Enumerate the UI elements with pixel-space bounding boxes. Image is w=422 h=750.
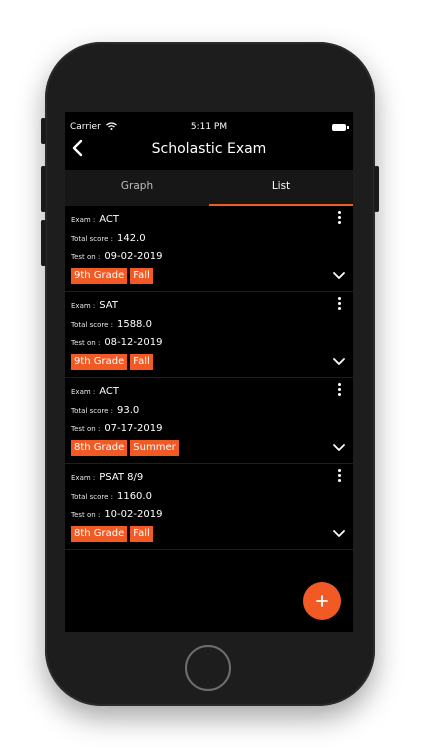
exam-label: Exam : xyxy=(71,216,96,224)
total-score-label: Total score : xyxy=(71,235,113,243)
date-line: Test on :09-02-2019 xyxy=(71,251,162,262)
total-score-label: Total score : xyxy=(71,493,113,501)
exam-name: SAT xyxy=(99,300,118,311)
tag-group: 9th Grade Fall xyxy=(71,349,156,370)
date-line: Test on :08-12-2019 xyxy=(71,337,162,348)
term-badge: Fall xyxy=(130,268,153,284)
test-date: 09-02-2019 xyxy=(104,251,163,262)
mute-switch xyxy=(41,118,46,144)
term-badge: Summer xyxy=(130,440,179,456)
grade-badge: 8th Grade xyxy=(71,440,128,456)
exam-card[interactable]: Exam : PSAT 8/9 Total score :1160.0 Test … xyxy=(65,464,353,550)
score-line: Total score :142.0 xyxy=(71,233,146,244)
term-badge: Fall xyxy=(130,526,153,542)
total-score-value: 1160.0 xyxy=(116,491,152,502)
expand-button[interactable] xyxy=(331,525,347,537)
score-line: Total score :93.0 xyxy=(71,405,139,416)
power-button xyxy=(374,166,379,212)
plus-icon xyxy=(316,595,328,607)
exam-label: Exam : xyxy=(71,302,96,310)
exam-list: Exam : ACT Total score :142.0 Test on :09… xyxy=(65,206,353,550)
expand-button[interactable] xyxy=(331,267,347,279)
tab-graph[interactable]: Graph xyxy=(65,170,209,206)
test-on-label: Test on : xyxy=(71,339,101,347)
tag-group: 8th Grade Summer xyxy=(71,435,182,456)
date-line: Test on :07-17-2019 xyxy=(71,423,162,434)
test-on-label: Test on : xyxy=(71,425,101,433)
total-score-value: 93.0 xyxy=(116,405,140,416)
exam-card[interactable]: Exam : ACT Total score :142.0 Test on :09… xyxy=(65,206,353,292)
page-title: Scholastic Exam xyxy=(151,141,267,157)
chevron-down-icon xyxy=(333,272,345,279)
grade-badge: 9th Grade xyxy=(71,354,128,370)
expand-button[interactable] xyxy=(331,353,347,365)
tab-bar: Graph List xyxy=(65,170,353,206)
exam-line: Exam : PSAT 8/9 xyxy=(71,472,143,483)
exam-card[interactable]: Exam : SAT Total score :1588.0 Test on :0… xyxy=(65,292,353,378)
volume-down-button xyxy=(41,220,46,266)
more-options-icon[interactable] xyxy=(334,296,344,314)
exam-name: PSAT 8/9 xyxy=(99,472,144,483)
score-line: Total score :1588.0 xyxy=(71,319,152,330)
total-score-value: 142.0 xyxy=(116,233,146,244)
score-line: Total score :1160.0 xyxy=(71,491,152,502)
test-on-label: Test on : xyxy=(71,253,101,261)
more-options-icon[interactable] xyxy=(334,382,344,400)
term-badge: Fall xyxy=(130,354,153,370)
date-line: Test on :10-02-2019 xyxy=(71,509,162,520)
tag-group: 8th Grade Fall xyxy=(71,521,156,542)
total-score-label: Total score : xyxy=(71,407,113,415)
battery-icon xyxy=(332,124,349,131)
volume-up-button xyxy=(41,166,46,212)
tab-list[interactable]: List xyxy=(209,170,353,206)
add-exam-button[interactable] xyxy=(303,582,341,620)
more-options-icon[interactable] xyxy=(334,468,344,486)
test-date: 08-12-2019 xyxy=(104,337,163,348)
app-screen: Carrier 5:11 PM Scholastic Exam Graph Li… xyxy=(65,112,353,632)
test-on-label: Test on : xyxy=(71,511,101,519)
chevron-down-icon xyxy=(333,444,345,451)
more-options-icon[interactable] xyxy=(334,210,344,228)
expand-button[interactable] xyxy=(331,439,347,451)
exam-line: Exam : ACT xyxy=(71,386,119,397)
exam-line: Exam : SAT xyxy=(71,300,118,311)
total-score-label: Total score : xyxy=(71,321,113,329)
home-button[interactable] xyxy=(185,645,231,691)
exam-card[interactable]: Exam : ACT Total score :93.0 Test on :07-… xyxy=(65,378,353,464)
status-bar: Carrier 5:11 PM xyxy=(65,116,353,136)
test-date: 07-17-2019 xyxy=(104,423,163,434)
test-date: 10-02-2019 xyxy=(104,509,163,520)
grade-badge: 8th Grade xyxy=(71,526,128,542)
status-time: 5:11 PM xyxy=(190,122,228,132)
chevron-down-icon xyxy=(333,358,345,365)
exam-label: Exam : xyxy=(71,388,96,396)
tag-group: 9th Grade Fall xyxy=(71,263,156,284)
chevron-down-icon xyxy=(333,530,345,537)
total-score-value: 1588.0 xyxy=(116,319,152,330)
exam-name: ACT xyxy=(99,386,120,397)
grade-badge: 9th Grade xyxy=(71,268,128,284)
nav-bar: Scholastic Exam xyxy=(65,136,353,168)
exam-label: Exam : xyxy=(71,474,96,482)
exam-line: Exam : ACT xyxy=(71,214,119,225)
exam-name: ACT xyxy=(99,214,120,225)
